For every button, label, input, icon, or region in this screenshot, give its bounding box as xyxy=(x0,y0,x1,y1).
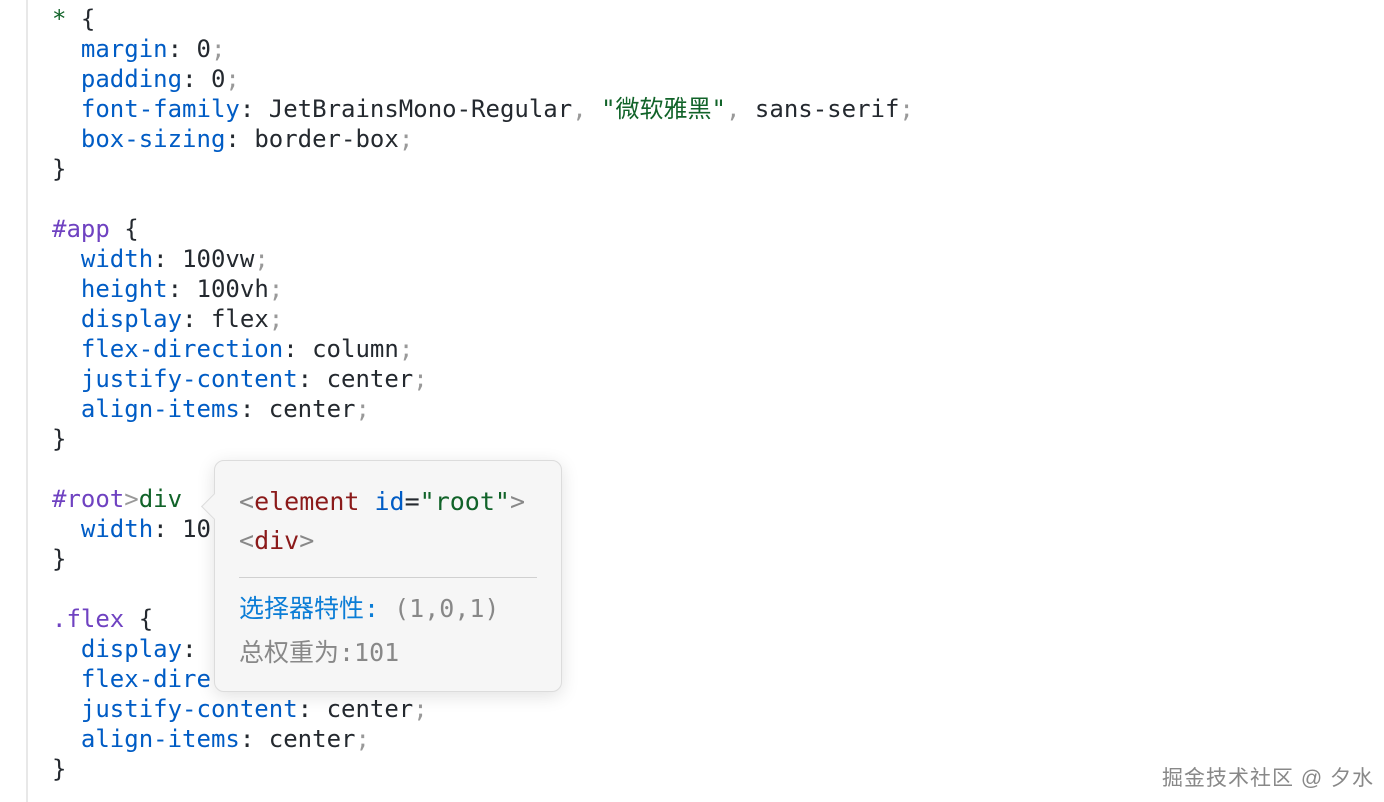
tooltip-div-line: <div> xyxy=(239,522,537,561)
tooltip-specificity: 选择器特性: (1,0,1) xyxy=(239,590,537,629)
css-property: height xyxy=(81,275,168,303)
css-property: width xyxy=(81,245,153,273)
css-property: font-family xyxy=(81,95,240,123)
selector-tag-div: div xyxy=(139,485,182,513)
css-property: box-sizing xyxy=(81,125,226,153)
css-property: justify-content xyxy=(81,695,298,723)
tooltip-element-line: <element id="root"> xyxy=(239,483,537,522)
css-property: align-items xyxy=(81,725,240,753)
css-property: width xyxy=(81,515,153,543)
selector-hover-tooltip: <element id="root"> <div> 选择器特性: (1,0,1)… xyxy=(214,460,562,692)
watermark: 掘金技术社区 @ 夕水 xyxy=(1162,762,1374,792)
css-property: padding xyxy=(81,65,182,93)
css-property: margin xyxy=(81,35,168,63)
css-property: justify-content xyxy=(81,365,298,393)
css-property: display xyxy=(81,305,182,333)
css-property: flex-dire xyxy=(81,665,211,693)
selector-class-flex: .flex xyxy=(52,605,124,633)
tooltip-divider xyxy=(239,577,537,578)
css-property: align-items xyxy=(81,395,240,423)
selector-id-root: #root xyxy=(52,485,124,513)
selector-id-app: #app xyxy=(52,215,110,243)
css-property: display xyxy=(81,635,182,663)
tooltip-weight: 总权重为:101 xyxy=(239,634,537,673)
selector-universal: * xyxy=(52,5,66,33)
css-property: flex-direction xyxy=(81,335,283,363)
